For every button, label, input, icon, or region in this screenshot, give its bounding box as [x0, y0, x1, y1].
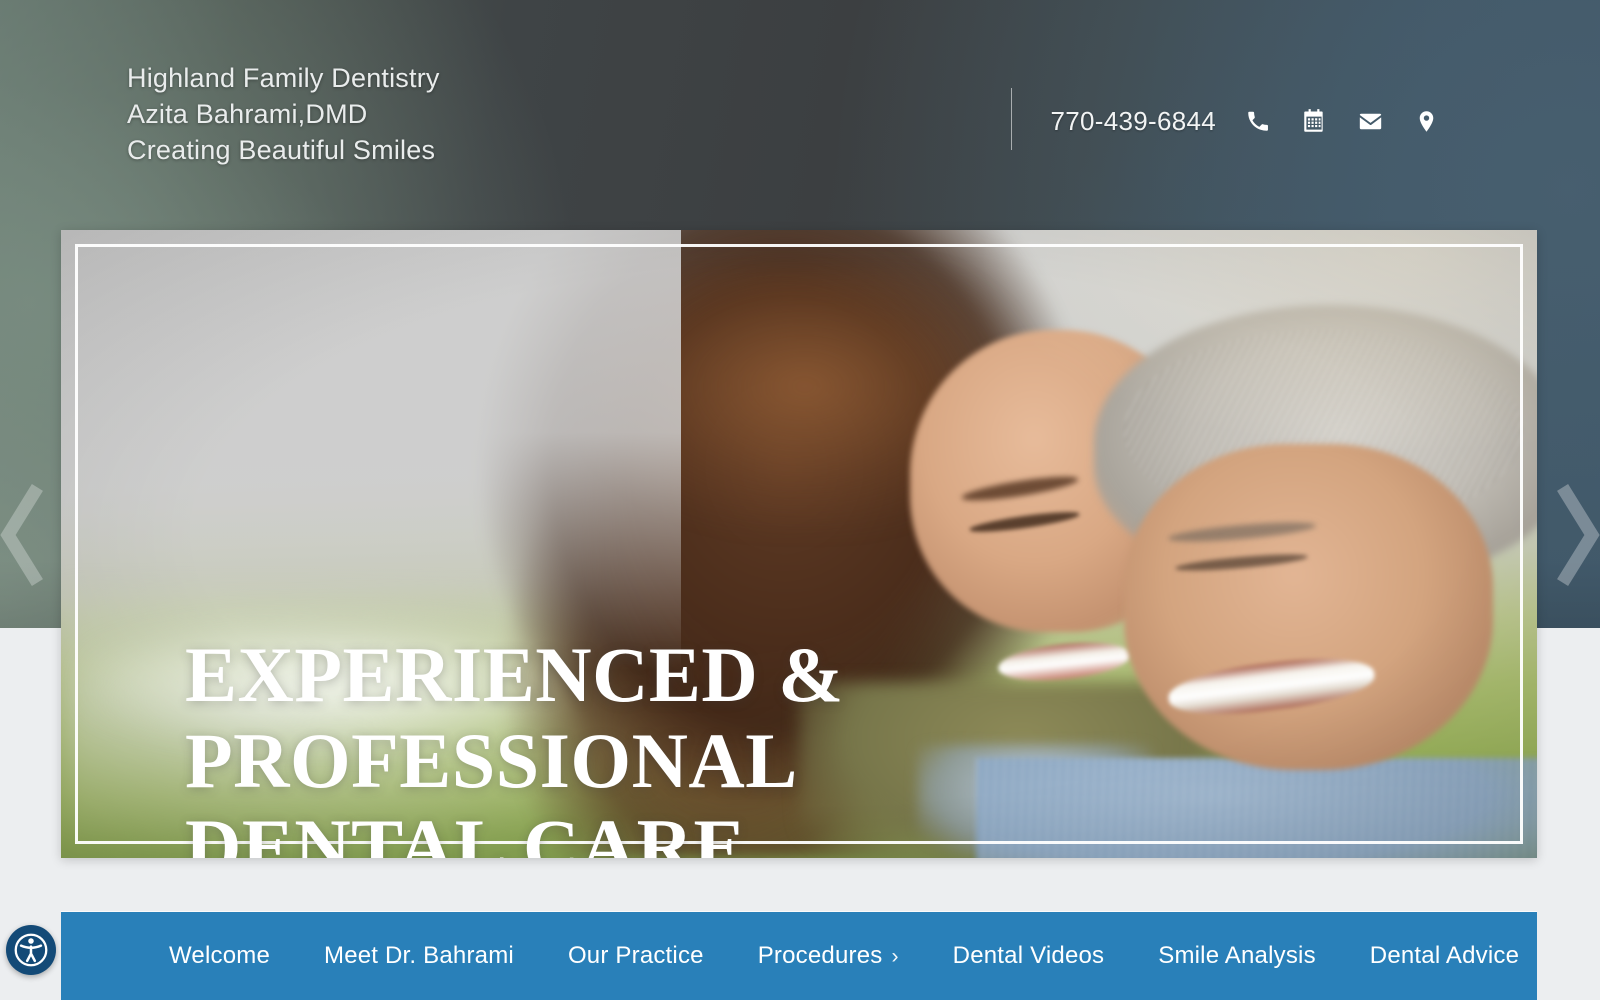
nav-label: Dental Advice	[1369, 942, 1520, 969]
hero-headline: EXPERIENCED & PROFESSIONAL DENTAL CARE.	[185, 631, 844, 859]
practice-tagline: Creating Beautiful Smiles	[127, 135, 436, 165]
nav-item-dental-advice[interactable]: Dental Advice	[1370, 942, 1519, 970]
hero-carousel: EXPERIENCED & PROFESSIONAL DENTAL CARE.	[61, 230, 1537, 858]
nav-item-our-practice[interactable]: Our Practice	[568, 942, 704, 970]
chevron-right-icon: ›	[891, 944, 899, 968]
nav-label: Meet Dr. Bahrami	[324, 942, 514, 969]
header-contact-bar: 770-439-6844	[1011, 88, 1440, 150]
practice-identity: Highland Family Dentistry Azita Bahrami,…	[127, 60, 440, 168]
accessibility-widget-button[interactable]	[6, 925, 56, 975]
nav-label: Welcome	[169, 942, 270, 969]
carousel-prev-arrow-icon[interactable]	[0, 470, 52, 600]
practice-name: Highland Family Dentistry	[127, 63, 440, 93]
hero-headline-line-2: PROFESSIONAL	[185, 717, 798, 804]
map-pin-icon[interactable]	[1412, 107, 1440, 135]
hero-headline-line-1: EXPERIENCED &	[185, 631, 844, 718]
nav-item-meet-dr-bahrami[interactable]: Meet Dr. Bahrami	[324, 942, 514, 970]
phone-number-link[interactable]: 770-439-6844	[1050, 106, 1216, 137]
vertical-divider	[1011, 88, 1013, 150]
doctor-name: Azita Bahrami,DMD	[127, 99, 368, 129]
nav-item-procedures[interactable]: Procedures ›	[758, 942, 899, 970]
nav-item-dental-videos[interactable]: Dental Videos	[953, 942, 1105, 970]
envelope-icon[interactable]	[1356, 107, 1384, 135]
calendar-icon[interactable]	[1300, 107, 1328, 135]
nav-label: Procedures	[757, 942, 883, 969]
nav-item-welcome[interactable]: Welcome	[169, 942, 270, 970]
nav-label: Smile Analysis	[1158, 942, 1316, 969]
nav-item-smile-analysis[interactable]: Smile Analysis	[1158, 942, 1316, 970]
main-navigation: Welcome Meet Dr. Bahrami Our Practice Pr…	[61, 912, 1537, 1000]
carousel-next-arrow-icon[interactable]	[1548, 470, 1600, 600]
phone-icon[interactable]	[1244, 107, 1272, 135]
hero-headline-line-3: DENTAL CARE.	[185, 803, 766, 859]
nav-label: Dental Videos	[952, 942, 1105, 969]
nav-label: Our Practice	[567, 942, 704, 969]
